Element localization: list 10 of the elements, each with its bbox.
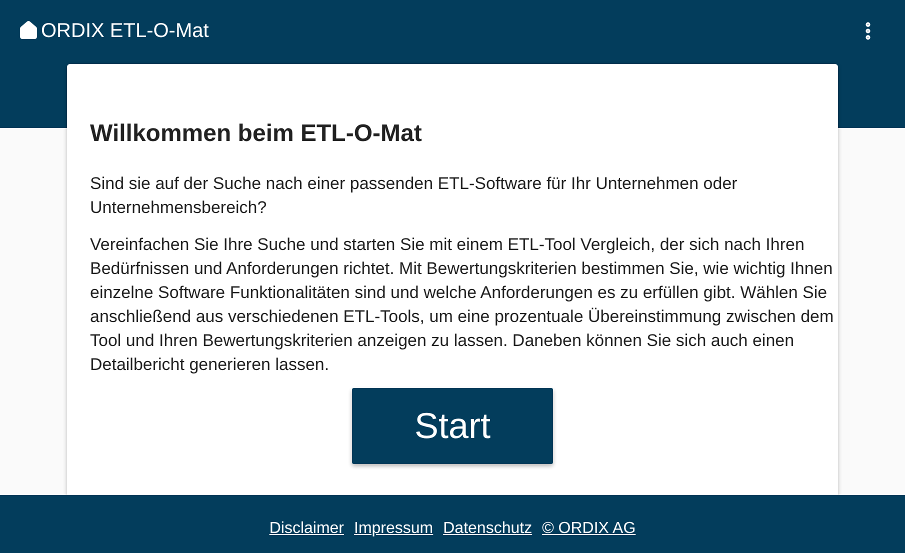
start-button[interactable]: Start xyxy=(352,388,553,464)
footer-link[interactable]: Datenschutz xyxy=(443,517,532,541)
home-icon[interactable] xyxy=(18,20,39,41)
footer-link[interactable]: Disclaimer xyxy=(269,517,344,541)
footer-link[interactable]: © ORDIX AG xyxy=(542,517,636,541)
card-heading: Willkommen beim ETL-O-Mat xyxy=(90,119,423,149)
app-title: ORDIX ETL-O-Mat xyxy=(41,18,209,44)
intro-paragraph: Vereinfachen Sie Ihre Suche und starten Sie mit einem ETL-Tool Vergleich, der sich nach Ihren Bedürfnissen und Anforderungen richtet. Mit Bewertungskriterien bestimmen Sie, wie wichtig Ihnen einzelne Software Funktionalitäten sind und welche Anforderungen es zu erfüllen gibt. Wählen Sie anschließend aus verschiedenen ETL-Tools, um eine prozentuale Übereinstimmung zwischen dem Tool und Ihren Bewertungskriterien anzeigen zu lassen. Daneben können Sie sich auch einen Detailbericht generieren lassen. xyxy=(90,234,835,376)
intro-paragraph: Sind sie auf der Suche nach einer passenden ETL-Software für Ihr Unternehmen oder Unternehmensbereich? xyxy=(90,173,738,219)
footer-link[interactable]: Impressum xyxy=(354,517,434,541)
